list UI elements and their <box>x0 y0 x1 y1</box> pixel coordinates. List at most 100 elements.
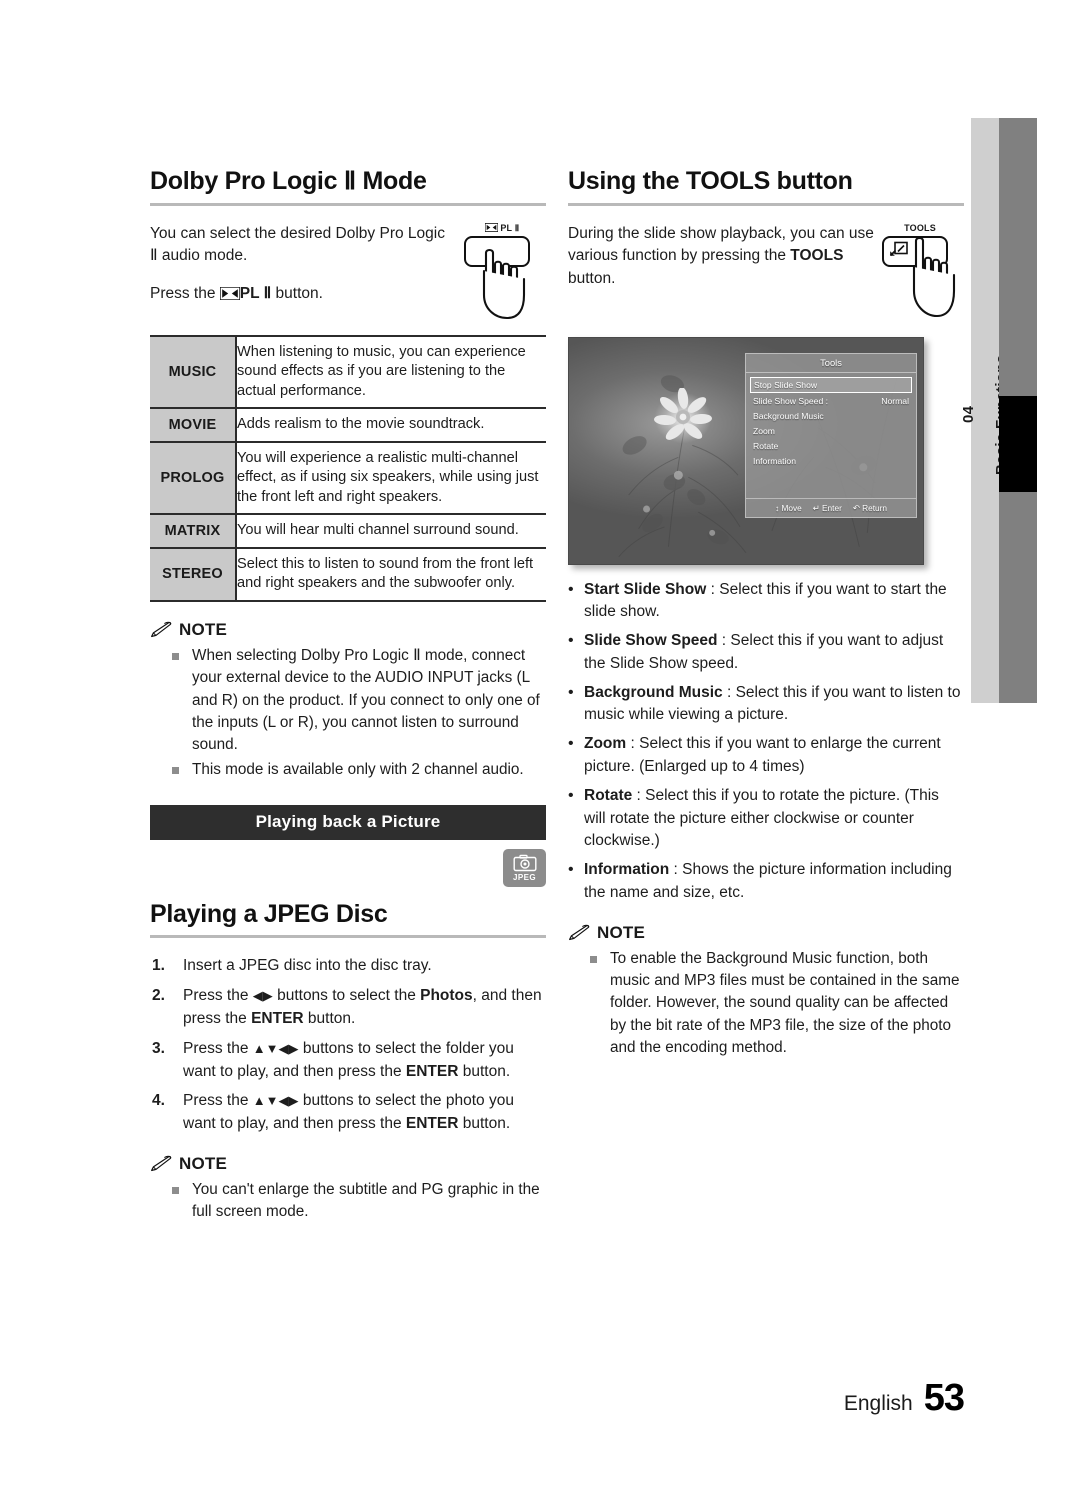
note-list: You can't enlarge the subtitle and PG gr… <box>172 1179 546 1224</box>
list-item: Rotate : Select this if you to rotate th… <box>568 784 964 853</box>
emphasis-text: ENTER <box>251 1010 304 1027</box>
direction-arrows-icon: ◀▶ <box>252 988 273 1004</box>
tools-note-block: NOTE To enable the Background Music func… <box>568 923 964 1060</box>
option-term: Zoom <box>584 735 627 753</box>
plain-text: buttons to select the <box>272 987 421 1005</box>
tools-item-label: Slide Show Speed : <box>753 396 829 406</box>
list-item: 1. Insert a JPEG disc into the disc tray. <box>150 955 546 978</box>
media-badge-row: JPEG <box>150 848 546 887</box>
tools-panel-items: Stop Slide Show Slide Show Speed : Norma… <box>746 373 916 499</box>
mode-description: Select this to listen to sound from the … <box>236 546 546 602</box>
pencil-icon <box>151 622 172 638</box>
jpeg-badge-label: JPEG <box>513 872 536 882</box>
camera-icon <box>513 854 537 872</box>
list-item: 3. Press the ▲▼◀▶ buttons to select the f… <box>150 1038 546 1084</box>
move-icon: ↕ <box>774 502 780 513</box>
option-sep: : <box>626 735 640 753</box>
step-number: 3. <box>152 1039 165 1057</box>
step-text: Press the ◀▶ buttons to select the Photo… <box>183 987 542 1027</box>
list-item: You can't enlarge the subtitle and PG gr… <box>172 1179 546 1224</box>
option-term: Slide Show Speed <box>584 632 718 650</box>
tools-menu-item-information[interactable]: Information <box>746 454 916 469</box>
tools-key-illustration: TOOLS <box>880 223 964 321</box>
tools-item-label: Rotate <box>753 441 779 451</box>
table-row: MUSIC When listening to music, you can e… <box>150 334 546 409</box>
tools-menu-item-stop-slide-show[interactable]: Stop Slide Show <box>750 376 912 393</box>
option-sep: : <box>706 580 720 598</box>
flower-icon <box>654 387 712 440</box>
step-text: Insert a JPEG disc into the disc tray. <box>183 957 432 974</box>
tools-menu-item-rotate[interactable]: Rotate <box>746 439 916 454</box>
mode-name: MOVIE <box>150 407 237 442</box>
plain-text: button. <box>458 1115 511 1133</box>
mode-description: When listening to music, you can experie… <box>236 334 546 409</box>
note-label: NOTE <box>179 619 228 639</box>
section-banner: Playing back a Picture <box>150 804 546 840</box>
tools-options-list: Start Slide Show : Select this if you wa… <box>568 578 964 905</box>
jpeg-steps-list: 1. Insert a JPEG disc into the disc tray.… <box>150 955 546 1135</box>
jpeg-note-block: NOTE You can't enlarge the subtitle and … <box>150 1154 546 1224</box>
list-item: Zoom : Select this if you want to enlarg… <box>568 732 964 779</box>
hint-return-label: Return <box>862 502 888 513</box>
step-number: 2. <box>152 987 165 1005</box>
enter-icon: ↵ <box>812 502 820 513</box>
hint-enter: ↵ Enter <box>813 503 842 513</box>
table-row: MOVIE Adds realism to the movie soundtra… <box>150 407 546 442</box>
hint-enter-label: Enter <box>822 502 842 513</box>
plain-text: Insert a JPEG disc into the disc tray. <box>183 957 432 975</box>
plain-text: button. <box>303 1010 356 1027</box>
jpeg-section-title: Playing a JPEG Disc <box>150 899 388 928</box>
option-sep: : <box>722 683 736 701</box>
pencil-icon <box>151 1156 172 1172</box>
mode-description: Adds realism to the movie soundtrack. <box>236 407 546 442</box>
page-footer: English 53 <box>844 1377 965 1420</box>
note-label: NOTE <box>597 922 646 942</box>
tools-panel-title: Tools <box>746 354 916 373</box>
mode-description: You will hear multi channel surround sou… <box>236 513 546 548</box>
title-rule <box>150 935 546 939</box>
option-term: Information <box>584 861 670 879</box>
step-number: 4. <box>152 1092 165 1110</box>
dolby-logo-icon <box>219 285 241 308</box>
hint-return: ↶ Return <box>853 503 887 513</box>
return-icon: ↶ <box>852 502 860 513</box>
pressing-hand-icon <box>482 248 526 319</box>
tools-item-value: Normal <box>881 396 909 406</box>
direction-arrows-icon: ▲▼◀▶ <box>252 1093 299 1109</box>
dolby-key-illustration: PL Ⅱ <box>462 222 546 321</box>
table-row: STEREO Select this to listen to sound fr… <box>150 546 546 602</box>
right-column: Using the TOOLS button During the slide … <box>568 167 964 1061</box>
tools-section-title: Using the TOOLS button <box>568 167 853 195</box>
option-term: Start Slide Show <box>584 580 707 598</box>
emphasis-text: TOOLS <box>790 247 844 265</box>
dolby-intro-text: You can select the desired Dolby Pro Log… <box>150 223 456 269</box>
list-item: When selecting Dolby Pro Logic Ⅱ mode, c… <box>172 645 546 757</box>
dolby-intro-line1: You can select the desired Dolby Pro <box>150 224 404 242</box>
plain-text: button. <box>458 1062 511 1080</box>
step-text: Press the ▲▼◀▶ buttons to select the fol… <box>183 1040 514 1080</box>
tools-menu-screenshot: Tools Stop Slide Show Slide Show Speed :… <box>568 336 924 565</box>
tools-menu-item-slide-show-speed[interactable]: Slide Show Speed : Normal <box>746 394 916 409</box>
title-rule <box>150 202 546 206</box>
table-row: MATRIX You will hear multi channel surro… <box>150 513 546 548</box>
plain-text: Press the <box>183 1092 253 1110</box>
mode-name: MATRIX <box>150 513 237 548</box>
dolby-note-block: NOTE When selecting Dolby Pro Logic Ⅱ mo… <box>150 620 546 781</box>
step-text: Press the ▲▼◀▶ buttons to select the pho… <box>183 1092 514 1132</box>
tools-menu-item-zoom[interactable]: Zoom <box>746 424 916 439</box>
list-item: 2. Press the ◀▶ buttons to select the Pho… <box>150 985 546 1031</box>
plain-text: Press the <box>183 987 253 1005</box>
note-list: To enable the Background Music function,… <box>590 948 964 1060</box>
mode-name: STEREO <box>150 546 237 602</box>
tools-item-label: Information <box>753 456 796 466</box>
option-sep: : <box>632 786 646 804</box>
tools-panel-footer: ↕ Move ↵ Enter ↶ Return <box>746 498 916 517</box>
mode-name: PROLOG <box>150 440 237 515</box>
tools-panel: Tools Stop Slide Show Slide Show Speed :… <box>745 352 917 518</box>
plain-text: button. <box>568 270 616 288</box>
list-item: Background Music : Select this if you wa… <box>568 681 964 728</box>
note-list: When selecting Dolby Pro Logic Ⅱ mode, c… <box>172 645 546 781</box>
list-item: This mode is available only with 2 chann… <box>172 759 546 781</box>
dolby-intro-row: You can select the desired Dolby Pro Log… <box>150 222 546 321</box>
tools-menu-item-background-music[interactable]: Background Music <box>746 409 916 424</box>
